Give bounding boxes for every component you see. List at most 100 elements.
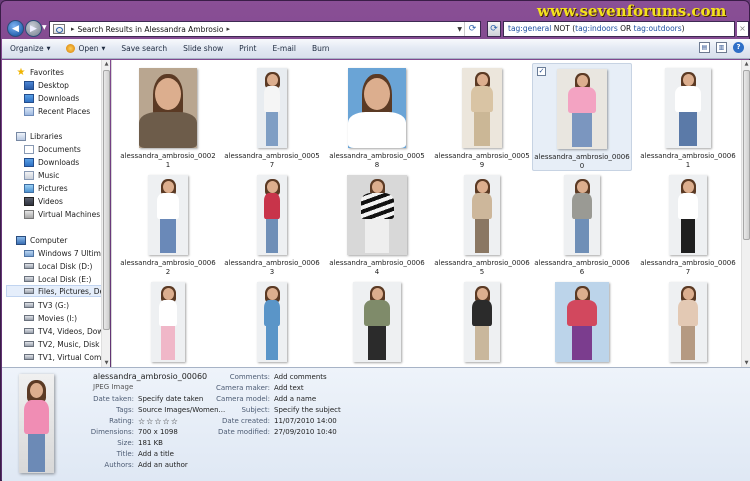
file-item[interactable] xyxy=(532,277,632,367)
nav-libraries[interactable]: Libraries xyxy=(16,130,110,142)
scroll-down-icon[interactable]: ▼ xyxy=(743,360,750,366)
nav-music[interactable]: Music xyxy=(24,169,110,181)
scrollbar-thumb[interactable] xyxy=(743,70,750,240)
thumb-outfit-top xyxy=(472,193,492,219)
prop-camera-model[interactable]: Camera model: Add a name xyxy=(216,395,316,404)
nav-drive-f[interactable]: Files, Pictures, Dev ( xyxy=(6,285,110,297)
file-item[interactable]: alessandra_ambrosio_0005 8 xyxy=(327,63,427,171)
prop-value[interactable]: Add a name xyxy=(274,395,316,403)
scroll-up-icon[interactable]: ▲ xyxy=(743,61,750,67)
preview-pane-icon[interactable]: ▥ xyxy=(716,42,727,53)
file-name-line: alessandra_ambrosio_0006 xyxy=(640,152,736,160)
prop-authors[interactable]: Authors: Add an author xyxy=(104,461,188,470)
prop-value[interactable]: Specify the subject xyxy=(274,406,341,414)
details-file-type: JPEG Image xyxy=(93,383,134,391)
print-button[interactable]: Print xyxy=(231,39,264,59)
prop-value[interactable]: Specify date taken xyxy=(138,395,203,403)
back-button[interactable]: ◀ xyxy=(7,20,24,37)
breadcrumb-chevron-icon[interactable]: ▸ xyxy=(226,25,230,33)
prop-value[interactable]: Add a title xyxy=(138,450,174,458)
nav-virtual-machines[interactable]: Virtual Machines xyxy=(24,208,110,220)
nav-favorites[interactable]: ★ Favorites xyxy=(16,66,110,78)
navigation-scrollbar[interactable]: ▲ ▼ xyxy=(101,60,110,367)
slide-show-button[interactable]: Slide show xyxy=(175,39,231,59)
file-item[interactable]: alessandra_ambrosio_0006 4 xyxy=(327,170,427,278)
file-item[interactable] xyxy=(638,277,738,367)
prop-value[interactable]: Source Images/Women... xyxy=(138,406,225,414)
breadcrumb[interactable]: Search Results in Alessandra Ambrosio xyxy=(78,25,224,34)
help-icon[interactable]: ? xyxy=(733,42,744,53)
prop-camera-maker[interactable]: Camera maker: Add text xyxy=(216,384,304,393)
address-bar[interactable]: ▸ Search Results in Alessandra Ambrosio … xyxy=(49,21,481,37)
file-item[interactable]: alessandra_ambrosio_0006 2 xyxy=(118,170,218,278)
nav-drive-g[interactable]: TV3 (G:) xyxy=(24,299,110,311)
nav-recent-places[interactable]: Recent Places xyxy=(24,105,110,117)
search-refresh-button[interactable]: ⟳ xyxy=(487,21,501,37)
nav-documents[interactable]: Documents xyxy=(24,143,110,155)
thumb-outfit-top xyxy=(675,86,701,112)
nav-drive-e[interactable]: Local Disk (E:) xyxy=(24,273,110,285)
file-item[interactable] xyxy=(118,277,218,367)
organize-button[interactable]: Organize ▼ xyxy=(2,39,58,59)
address-dropdown-icon[interactable]: ▼ xyxy=(457,26,462,33)
file-item[interactable]: ✓ alessandra_ambrosio_0006 0 xyxy=(532,63,632,171)
file-item[interactable]: alessandra_ambrosio_0002 1 xyxy=(118,63,218,171)
recent-places-icon xyxy=(24,106,34,116)
file-item[interactable]: alessandra_ambrosio_0005 7 xyxy=(222,63,322,171)
nav-downloads-favorite[interactable]: Downloads xyxy=(24,92,110,104)
recent-pages-dropdown[interactable]: ▼ xyxy=(42,24,47,31)
scroll-down-icon[interactable]: ▼ xyxy=(103,360,110,366)
clear-search-icon[interactable]: × xyxy=(737,21,749,37)
file-list-scrollbar[interactable]: ▲ ▼ xyxy=(741,60,750,367)
prop-tags[interactable]: Tags: Source Images/Women... xyxy=(116,406,225,415)
scroll-up-icon[interactable]: ▲ xyxy=(103,61,110,67)
prop-value[interactable]: Add comments xyxy=(274,373,327,381)
scrollbar-thumb[interactable] xyxy=(103,70,110,330)
thumb-outfit-bottom xyxy=(365,219,389,253)
prop-title[interactable]: Title: Add a title xyxy=(117,450,174,459)
prop-date-taken[interactable]: Date taken: Specify date taken xyxy=(93,395,203,404)
nav-drive-c[interactable]: Windows 7 Ultimate xyxy=(24,247,110,259)
file-item[interactable] xyxy=(222,277,322,367)
nav-drive-tv2[interactable]: TV2, Music, Disk Im xyxy=(24,338,110,350)
file-item[interactable]: alessandra_ambrosio_0006 5 xyxy=(432,170,532,278)
open-button[interactable]: Open ▼ xyxy=(58,39,113,59)
nav-computer[interactable]: Computer xyxy=(16,234,110,246)
prop-value[interactable]: Add an author xyxy=(138,461,188,469)
burn-button[interactable]: Burn xyxy=(304,39,338,59)
nav-desktop[interactable]: Desktop xyxy=(24,79,110,91)
file-item[interactable]: alessandra_ambrosio_0006 1 xyxy=(638,63,738,171)
file-item[interactable]: alessandra_ambrosio_0006 7 xyxy=(638,170,738,278)
file-item[interactable]: alessandra_ambrosio_0006 3 xyxy=(222,170,322,278)
forward-button[interactable]: ▶ xyxy=(25,20,42,37)
nav-drive-tv4[interactable]: TV4, Videos, Downl xyxy=(24,325,110,337)
nav-drive-i[interactable]: Movies (I:) xyxy=(24,312,110,324)
nav-videos[interactable]: Videos xyxy=(24,195,110,207)
breadcrumb-chevron-icon[interactable]: ▸ xyxy=(71,25,75,33)
item-checkbox[interactable]: ✓ xyxy=(537,67,546,76)
refresh-icon[interactable]: ⟳ xyxy=(464,22,480,36)
nav-drive-tv1[interactable]: TV1, Virtual Compu xyxy=(24,351,110,363)
nav-label: Videos xyxy=(38,196,63,206)
file-name-label: alessandra_ambrosio_0005 8 xyxy=(327,152,427,170)
nav-downloads-library[interactable]: Downloads xyxy=(24,156,110,168)
nav-pictures[interactable]: Pictures xyxy=(24,182,110,194)
change-view-icon[interactable]: ▤ xyxy=(699,42,710,53)
brand-watermark: www.sevenforums.com xyxy=(537,2,727,20)
prop-label: Camera maker: xyxy=(215,384,270,392)
thumb-outfit-bottom xyxy=(680,219,696,253)
prop-subject[interactable]: Subject: Specify the subject xyxy=(241,406,341,415)
file-item[interactable]: alessandra_ambrosio_0005 9 xyxy=(432,63,532,171)
prop-comments[interactable]: Comments: Add comments xyxy=(230,373,327,382)
prop-value[interactable]: Add text xyxy=(274,384,304,392)
rating-stars-icon[interactable]: ☆☆☆☆☆ xyxy=(138,417,179,426)
save-search-button[interactable]: Save search xyxy=(113,39,175,59)
prop-rating[interactable]: Rating: ☆☆☆☆☆ xyxy=(109,417,179,427)
file-item[interactable]: alessandra_ambrosio_0006 6 xyxy=(532,170,632,278)
file-item[interactable] xyxy=(327,277,427,367)
email-button[interactable]: E-mail xyxy=(264,39,304,59)
file-item[interactable] xyxy=(432,277,532,367)
nav-drive-d[interactable]: Local Disk (D:) xyxy=(24,260,110,272)
search-input[interactable]: tag:general NOT (tag:indoors OR tag:outd… xyxy=(503,21,735,37)
chevron-down-icon: ▼ xyxy=(101,45,106,52)
